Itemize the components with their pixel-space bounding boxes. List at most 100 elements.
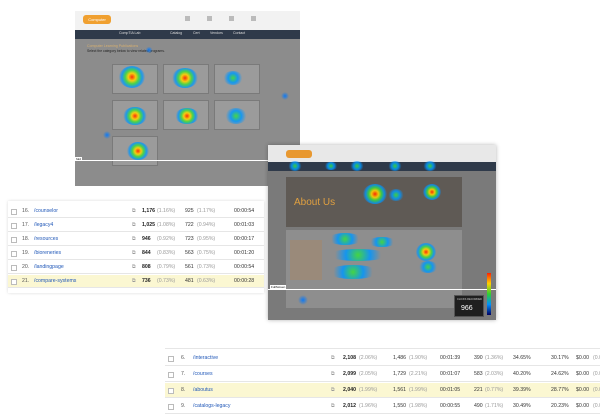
entrances-percent: (1.36%) [485, 355, 504, 361]
site-header [268, 145, 496, 162]
entrances-percent: (2.03%) [485, 371, 504, 377]
row-checkbox[interactable] [11, 208, 17, 215]
row-checkbox[interactable] [168, 355, 174, 362]
table-row: 16. /counselor ⧉ 1,176 (1.16%) 925 (1.17%) 00:0… [8, 205, 264, 218]
row-checkbox[interactable] [11, 222, 17, 229]
site-nav [268, 162, 496, 171]
external-link-icon[interactable]: ⧉ [331, 399, 335, 412]
row-index: 8. [181, 387, 186, 393]
pageviews-percent: (0.92%) [157, 236, 176, 242]
unique-views-percent: (1.17%) [197, 208, 216, 214]
exit-rate-value: 24.62% [551, 371, 569, 377]
row-checkbox[interactable] [168, 387, 174, 394]
unique-views-percent: (0.94%) [197, 222, 216, 228]
external-link-icon[interactable]: ⧉ [132, 219, 136, 232]
unique-views-percent: (1.90%) [409, 355, 428, 361]
exit-rate-value: 28.77% [551, 387, 569, 393]
pageviews-value: 2,040 [343, 387, 356, 393]
nav-item[interactable]: Cert [193, 31, 200, 35]
unique-views-value: 1,550 [393, 403, 406, 409]
unique-views-value: 723 [185, 236, 194, 242]
heat-legend [487, 273, 491, 315]
pageviews-value: 2,012 [343, 403, 356, 409]
analytics-table-bottom: 6. /interactive ⧉ 2,108 (2.06%) 1,486 (1.90%) 0… [165, 343, 600, 414]
pageviews-percent: (1.16%) [157, 208, 176, 214]
page-value: $0.00 [576, 371, 589, 377]
avg-time-value: 00:01:39 [440, 355, 461, 361]
external-link-icon[interactable]: ⧉ [132, 233, 136, 246]
page-link[interactable]: /aboutus [193, 383, 213, 396]
row-index: 21. [22, 278, 30, 284]
page-link[interactable]: /legacy4 [34, 219, 53, 232]
pageviews-percent: (2.06%) [359, 355, 378, 361]
exit-rate-value: 20.23% [551, 403, 569, 409]
entrances-value: 490 [474, 403, 483, 409]
row-checkbox[interactable] [11, 250, 17, 257]
row-index: 20. [22, 264, 30, 270]
table-row: 17. /legacy4 ⧉ 1,025 (1.08%) 722 (0.94%) 00:01:… [8, 219, 264, 232]
pageviews-value: 1,176 [142, 208, 155, 214]
pageviews-percent: (1.08%) [157, 222, 176, 228]
fold-label: fold [75, 157, 82, 161]
external-link-icon[interactable]: ⧉ [331, 351, 335, 364]
row-checkbox[interactable] [11, 236, 17, 243]
row-checkbox[interactable] [11, 278, 17, 285]
unique-views-value: 561 [185, 264, 194, 270]
page-link[interactable]: /catalogs-legacy [193, 399, 231, 412]
external-link-icon[interactable]: ⧉ [331, 383, 335, 396]
bounce-rate-value: 39.39% [513, 387, 531, 393]
avg-time-value: 00:00:28 [234, 278, 255, 284]
row-checkbox[interactable] [11, 264, 17, 271]
analytics-table-top: 16. /counselor ⧉ 1,176 (1.16%) 925 (1.17%) 00:0… [8, 201, 264, 293]
unique-views-percent: (2.21%) [409, 371, 428, 377]
row-checkbox[interactable] [168, 403, 174, 410]
external-link-icon[interactable]: ⧉ [132, 205, 136, 218]
unique-views-percent: (0.95%) [197, 236, 216, 242]
nav-item[interactable]: Contact [233, 31, 245, 35]
external-link-icon[interactable]: ⧉ [132, 261, 136, 274]
unique-views-value: 722 [185, 222, 194, 228]
avg-time-value: 00:00:54 [234, 208, 255, 214]
row-index: 16. [22, 208, 30, 214]
table-row-cut [165, 343, 600, 349]
fold-line [268, 289, 496, 290]
fold-line [75, 160, 300, 161]
pageviews-percent: (0.73%) [157, 278, 176, 284]
row-checkbox[interactable] [168, 371, 174, 378]
nav-item[interactable]: CompTIA Lab [119, 31, 140, 35]
page-heading: Computer Learning Publications [87, 44, 139, 48]
page-link[interactable]: /courses [193, 367, 213, 380]
unique-views-value: 481 [185, 278, 194, 284]
unique-views-value: 1,486 [393, 355, 406, 361]
external-link-icon[interactable]: ⧉ [132, 247, 136, 260]
page-link[interactable]: /resources [34, 233, 58, 246]
page-link[interactable]: /compare-systems [34, 275, 76, 288]
pageviews-value: 808 [142, 264, 151, 270]
page-link[interactable]: /bioreneries [34, 247, 61, 260]
table-row: 6. /interactive ⧉ 2,108 (2.06%) 1,486 (1.90%) 0… [165, 351, 600, 366]
page-link[interactable]: /landingpage [34, 261, 64, 274]
pageviews-value: 946 [142, 236, 151, 242]
row-index: 19. [22, 250, 30, 256]
avg-time-value: 00:00:17 [234, 236, 255, 242]
table-row: 8./aboutus ⧉ 2,040 (1.99%) 1,561 (1.99%) 00:01… [165, 383, 600, 398]
pageviews-value: 2,099 [343, 371, 356, 377]
sidebar-image [290, 240, 322, 280]
unique-views-value: 1,561 [393, 387, 406, 393]
entrances-percent: (0.77%) [485, 387, 504, 393]
page-link[interactable]: /counselor [34, 205, 58, 218]
clicks-box: CLICKS RECORDED 966 [454, 295, 484, 317]
nav-item[interactable]: Vendors [210, 31, 223, 35]
unique-views-value: 925 [185, 208, 194, 214]
nav-item[interactable]: Catalog [170, 31, 182, 35]
bounce-rate-value: 30.49% [513, 403, 531, 409]
pageviews-percent: (1.99%) [359, 387, 378, 393]
avg-time-value: 00:01:03 [234, 222, 255, 228]
entrances-value: 221 [474, 387, 483, 393]
table-row: 19. /bioreneries ⧉ 844 (0.83%) 563 (0.75%) 00:0… [8, 247, 264, 260]
external-link-icon[interactable]: ⧉ [331, 367, 335, 380]
external-link-icon[interactable]: ⧉ [132, 275, 136, 288]
unique-views-percent: (0.75%) [197, 250, 216, 256]
site-logo: Computer [83, 15, 111, 24]
page-link[interactable]: /interactive [193, 351, 218, 364]
